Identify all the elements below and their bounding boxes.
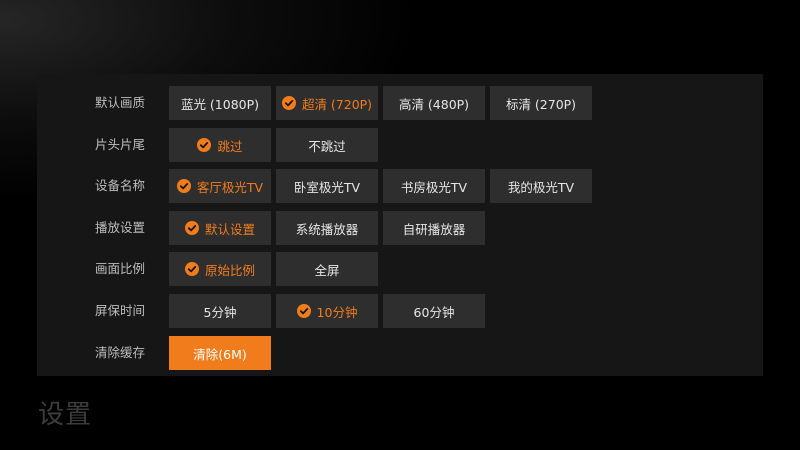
setting-label: 播放设置 xyxy=(95,220,146,235)
setting-label: 设备名称 xyxy=(95,178,146,193)
option-label: 高清 (480P) xyxy=(398,96,470,112)
option-label: 全屏 xyxy=(314,262,340,278)
option-button[interactable]: 60分钟 xyxy=(383,294,485,328)
option-button[interactable]: 书房极光TV xyxy=(383,169,485,203)
option-label: 蓝光 (1080P) xyxy=(180,96,260,112)
check-circle-icon xyxy=(184,262,199,276)
check-circle-icon xyxy=(184,221,199,235)
option-label: 60分钟 xyxy=(413,304,455,320)
option-label: 跳过 xyxy=(217,138,243,154)
setting-label: 屏保时间 xyxy=(95,303,146,318)
option-button-selected[interactable]: 跳过 xyxy=(169,128,271,162)
option-label: 客厅极光TV xyxy=(196,179,264,195)
option-label: 默认设置 xyxy=(204,221,255,237)
option-label: 超清 (720P) xyxy=(301,96,373,112)
option-button[interactable]: 全屏 xyxy=(276,252,378,286)
option-button[interactable]: 自研播放器 xyxy=(383,211,485,245)
setting-label: 默认画质 xyxy=(95,95,146,110)
option-label: 标清 (270P) xyxy=(505,96,577,112)
option-button[interactable]: 蓝光 (1080P) xyxy=(169,86,271,120)
option-button-selected[interactable]: 10分钟 xyxy=(276,294,378,328)
check-circle-icon xyxy=(176,179,191,193)
option-label: 5分钟 xyxy=(203,304,237,320)
option-button[interactable]: 不跳过 xyxy=(276,128,378,162)
setting-label: 清除缓存 xyxy=(95,345,146,360)
option-label: 原始比例 xyxy=(204,262,255,278)
option-label: 不跳过 xyxy=(308,138,346,154)
check-circle-icon xyxy=(296,304,311,318)
option-button-selected[interactable]: 超清 (720P) xyxy=(276,86,378,120)
option-label: 自研播放器 xyxy=(402,221,466,237)
page-title: 设置 xyxy=(38,400,93,430)
option-label: 10分钟 xyxy=(316,304,358,320)
option-button-selected[interactable]: 默认设置 xyxy=(169,211,271,245)
option-button[interactable]: 5分钟 xyxy=(169,294,271,328)
option-button[interactable]: 我的极光TV xyxy=(490,169,592,203)
option-label: 清除(6M) xyxy=(193,346,247,362)
option-button[interactable]: 系统播放器 xyxy=(276,211,378,245)
option-label: 书房极光TV xyxy=(400,179,468,195)
option-button-selected[interactable]: 客厅极光TV xyxy=(169,169,271,203)
option-button[interactable]: 卧室极光TV xyxy=(276,169,378,203)
option-label: 卧室极光TV xyxy=(293,179,361,195)
check-circle-icon xyxy=(281,96,296,110)
settings-panel: 默认画质 蓝光 (1080P) 超清 (720P) 高清 (480P) 标清 (… xyxy=(37,74,763,376)
setting-label: 画面比例 xyxy=(95,261,146,276)
option-label: 系统播放器 xyxy=(295,221,359,237)
setting-label: 片头片尾 xyxy=(95,137,146,152)
option-label: 我的极光TV xyxy=(507,179,575,195)
option-button-selected[interactable]: 原始比例 xyxy=(169,252,271,286)
option-button[interactable]: 高清 (480P) xyxy=(383,86,485,120)
clear-cache-button[interactable]: 清除(6M) xyxy=(169,336,271,370)
check-circle-icon xyxy=(197,138,212,152)
option-button[interactable]: 标清 (270P) xyxy=(490,86,592,120)
